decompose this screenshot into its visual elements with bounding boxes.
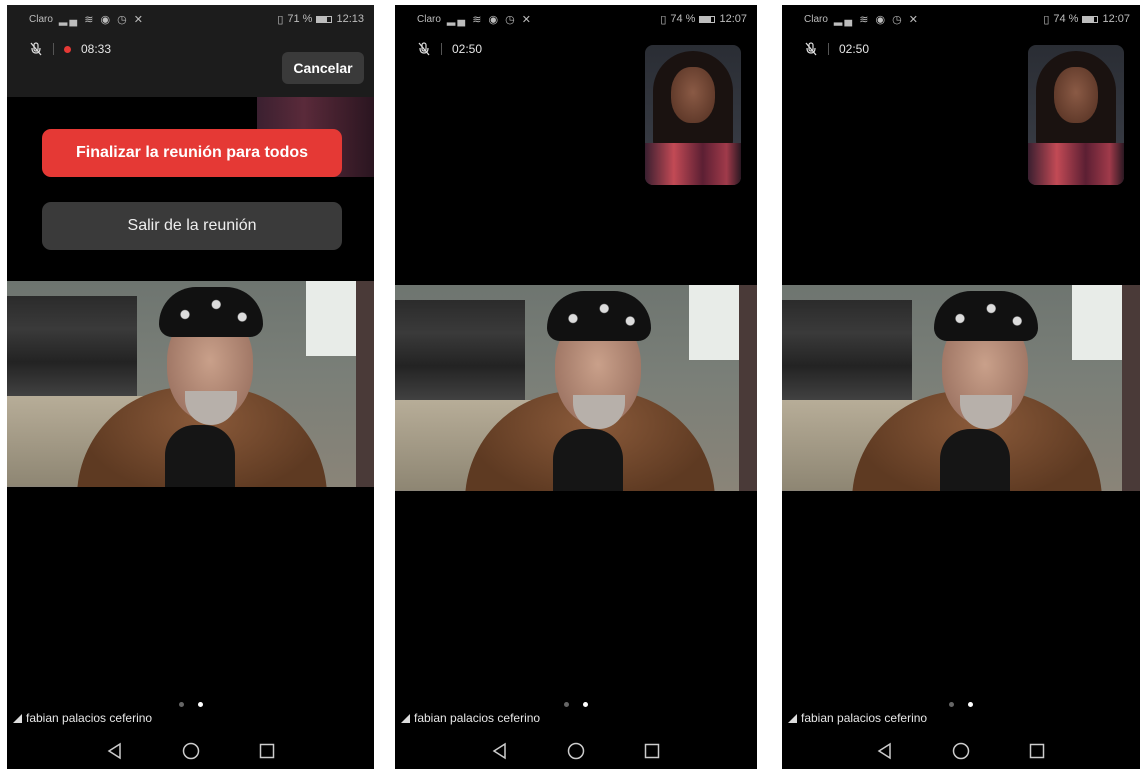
recents-icon[interactable]	[1028, 742, 1046, 760]
page-dot-active	[583, 702, 588, 707]
page-dot	[564, 702, 569, 707]
battery-icon	[316, 15, 333, 23]
signal-icon	[401, 713, 410, 723]
page-dot-active	[197, 702, 203, 707]
participant-name: fabian palacios ceferino	[414, 711, 541, 725]
battery-icon	[699, 15, 716, 23]
leave-meeting-button[interactable]: Salir de la reunión	[42, 202, 342, 250]
page-indicator	[782, 702, 1140, 707]
recents-icon[interactable]	[258, 742, 276, 760]
signal-icon	[788, 713, 797, 723]
main-video-feed[interactable]	[782, 285, 1140, 491]
phone-screen-1: Claro ▂▄ ≋ ◉ ◷ ✕ ▯ 71 % 12:13 08:33 Canc…	[7, 5, 374, 769]
self-view-video[interactable]	[1028, 45, 1124, 185]
participant-name-tag: fabian palacios ceferino	[13, 711, 152, 725]
battery-percent: 74 %	[1053, 13, 1079, 25]
carrier-label: Claro	[417, 13, 441, 25]
mic-muted-icon[interactable]	[29, 42, 43, 56]
participant-name: fabian palacios ceferino	[801, 711, 928, 725]
clock: 12:13	[336, 13, 364, 25]
battery-percent: 74 %	[670, 13, 696, 25]
page-indicator	[7, 702, 374, 707]
status-icons: ▂▄ ≋ ◉ ◷ ✕	[446, 13, 534, 26]
status-bar: Claro ▂▄ ≋ ◉ ◷ ✕ ▯ 71 % 12:13	[7, 5, 374, 33]
battery-percent: 71 %	[287, 13, 313, 25]
status-icons: ▂▄ ≋ ◉ ◷ ✕	[58, 13, 146, 26]
participant-name: fabian palacios ceferino	[26, 711, 153, 725]
page-dot-active	[968, 702, 973, 707]
page-dot	[178, 702, 184, 707]
end-meeting-for-all-button[interactable]: Finalizar la reunión para todos	[42, 129, 342, 177]
phone-screen-3: Claro ▂▄ ≋ ◉ ◷ ✕ ▯ 74 % 12:07 02:50 fabi…	[782, 5, 1140, 769]
meeting-timer: 08:33	[81, 42, 112, 56]
recents-icon[interactable]	[643, 742, 661, 760]
cancel-button[interactable]: Cancelar	[282, 52, 364, 84]
vibrate-icon: ▯	[660, 13, 667, 26]
main-video-feed[interactable]	[7, 281, 374, 487]
self-view-video[interactable]	[645, 45, 741, 185]
page-dot	[949, 702, 954, 707]
page-indicator	[395, 702, 757, 707]
android-nav-bar	[7, 733, 374, 769]
back-icon[interactable]	[876, 742, 894, 760]
signal-icon	[13, 713, 22, 723]
divider	[441, 43, 442, 55]
android-nav-bar	[782, 733, 1140, 769]
clock: 12:07	[719, 13, 747, 25]
back-icon[interactable]	[491, 742, 509, 760]
status-bar: Claro ▂▄ ≋ ◉ ◷ ✕ ▯ 74 % 12:07	[395, 5, 757, 33]
recording-dot-icon	[64, 45, 71, 53]
vibrate-icon: ▯	[1043, 13, 1050, 26]
clock: 12:07	[1102, 13, 1130, 25]
mic-muted-icon[interactable]	[804, 42, 818, 56]
participant-name-tag: fabian palacios ceferino	[401, 711, 540, 725]
carrier-label: Claro	[29, 13, 53, 25]
vibrate-icon: ▯	[277, 13, 284, 26]
status-icons: ▂▄ ≋ ◉ ◷ ✕	[833, 13, 921, 26]
meeting-timer: 02:50	[839, 42, 870, 56]
battery-icon	[1082, 15, 1099, 23]
home-icon[interactable]	[182, 742, 200, 760]
back-icon[interactable]	[106, 742, 124, 760]
home-icon[interactable]	[567, 742, 585, 760]
meeting-timer: 02:50	[452, 42, 483, 56]
carrier-label: Claro	[804, 13, 828, 25]
home-icon[interactable]	[952, 742, 970, 760]
phone-screen-2: Claro ▂▄ ≋ ◉ ◷ ✕ ▯ 74 % 12:07 02:50 fabi…	[395, 5, 757, 769]
mic-muted-icon[interactable]	[417, 42, 431, 56]
participant-name-tag: fabian palacios ceferino	[788, 711, 927, 725]
android-nav-bar	[395, 733, 757, 769]
main-video-feed[interactable]	[395, 285, 757, 491]
status-bar: Claro ▂▄ ≋ ◉ ◷ ✕ ▯ 74 % 12:07	[782, 5, 1140, 33]
divider	[828, 43, 829, 55]
divider	[53, 43, 54, 55]
